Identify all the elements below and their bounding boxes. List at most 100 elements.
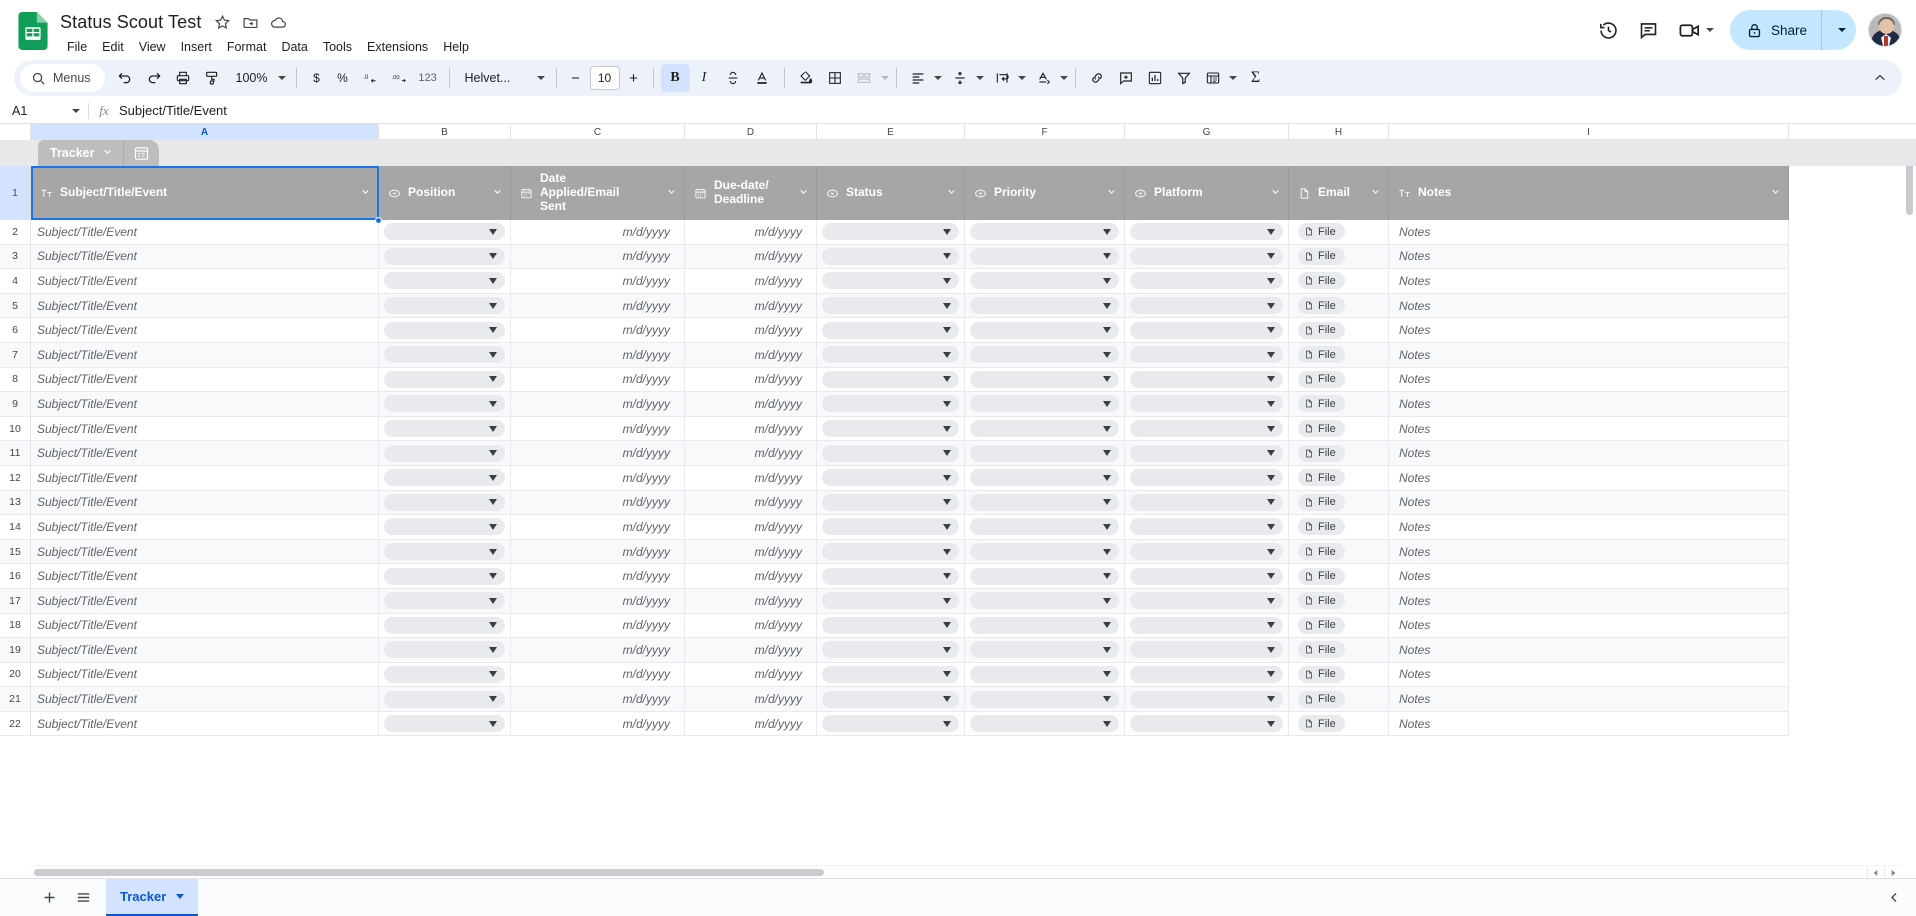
file-chip[interactable]: File bbox=[1298, 665, 1345, 683]
dropdown-pill[interactable] bbox=[384, 223, 505, 241]
row-number[interactable]: 11 bbox=[0, 441, 31, 466]
row-number[interactable]: 7 bbox=[0, 342, 31, 368]
cell-email[interactable]: File bbox=[1289, 367, 1389, 393]
cell-notes[interactable]: Notes bbox=[1389, 392, 1789, 417]
select-all-corner[interactable] bbox=[0, 124, 31, 140]
cell-subject[interactable]: Subject/Title/Event bbox=[31, 662, 379, 688]
star-icon[interactable] bbox=[209, 9, 235, 35]
cell-email[interactable]: File bbox=[1289, 441, 1389, 466]
dropdown-pill[interactable] bbox=[822, 665, 959, 683]
dropdown-pill[interactable] bbox=[384, 641, 505, 659]
cell-position[interactable] bbox=[379, 588, 511, 614]
text-rotation-icon[interactable] bbox=[1030, 64, 1059, 92]
file-chip[interactable]: File bbox=[1298, 469, 1345, 487]
cell-due-date[interactable]: m/d/yyyy bbox=[685, 539, 817, 565]
horizontal-scrollbar[interactable] bbox=[31, 865, 1903, 878]
dropdown-pill[interactable] bbox=[1130, 715, 1283, 733]
dropdown-pill[interactable] bbox=[384, 247, 505, 265]
cell-priority[interactable] bbox=[965, 465, 1125, 491]
file-chip[interactable]: File bbox=[1298, 641, 1345, 659]
cell-date-applied[interactable]: m/d/yyyy bbox=[511, 318, 685, 343]
row-number[interactable]: 16 bbox=[0, 564, 31, 589]
dropdown-pill[interactable] bbox=[822, 493, 959, 511]
cell-subject[interactable]: Subject/Title/Event bbox=[31, 318, 379, 343]
cell-platform[interactable] bbox=[1125, 392, 1289, 417]
cell-position[interactable] bbox=[379, 662, 511, 688]
dropdown-pill[interactable] bbox=[822, 223, 959, 241]
text-wrap-icon[interactable] bbox=[988, 64, 1017, 92]
table-header-date-applied[interactable]: Date Applied/Email Sent bbox=[511, 166, 685, 220]
cell-status[interactable] bbox=[817, 441, 965, 466]
cell-due-date[interactable]: m/d/yyyy bbox=[685, 662, 817, 688]
cell-email[interactable]: File bbox=[1289, 220, 1389, 245]
cell-priority[interactable] bbox=[965, 220, 1125, 245]
cell-position[interactable] bbox=[379, 318, 511, 343]
cell-email[interactable]: File bbox=[1289, 244, 1389, 270]
cell-subject[interactable]: Subject/Title/Event bbox=[31, 392, 379, 417]
cell-notes[interactable]: Notes bbox=[1389, 638, 1789, 663]
file-chip[interactable]: File bbox=[1298, 420, 1345, 438]
cell-platform[interactable] bbox=[1125, 687, 1289, 712]
dropdown-pill[interactable] bbox=[1130, 370, 1283, 388]
dropdown-pill[interactable] bbox=[970, 592, 1119, 610]
print-icon[interactable] bbox=[169, 64, 198, 92]
borders-icon[interactable] bbox=[821, 64, 850, 92]
column-header-b[interactable]: B bbox=[379, 124, 511, 140]
dropdown-pill[interactable] bbox=[970, 616, 1119, 634]
cell-email[interactable]: File bbox=[1289, 342, 1389, 368]
dropdown-pill[interactable] bbox=[970, 518, 1119, 536]
dropdown-pill[interactable] bbox=[1130, 346, 1283, 364]
cell-email[interactable]: File bbox=[1289, 392, 1389, 417]
cell-email[interactable]: File bbox=[1289, 613, 1389, 639]
cell-platform[interactable] bbox=[1125, 638, 1289, 663]
share-button[interactable]: Share bbox=[1730, 10, 1822, 50]
row-number[interactable]: 5 bbox=[0, 293, 31, 319]
file-chip[interactable]: File bbox=[1298, 321, 1345, 339]
cell-priority[interactable] bbox=[965, 662, 1125, 688]
dropdown-pill[interactable] bbox=[822, 346, 959, 364]
cell-position[interactable] bbox=[379, 613, 511, 639]
cell-platform[interactable] bbox=[1125, 711, 1289, 737]
cell-platform[interactable] bbox=[1125, 539, 1289, 565]
cell-date-applied[interactable]: m/d/yyyy bbox=[511, 662, 685, 688]
google-sheets-icon[interactable] bbox=[14, 8, 52, 50]
cell-date-applied[interactable]: m/d/yyyy bbox=[511, 539, 685, 565]
cell-date-applied[interactable]: m/d/yyyy bbox=[511, 613, 685, 639]
chevron-down-icon[interactable] bbox=[798, 184, 809, 202]
dropdown-pill[interactable] bbox=[1130, 518, 1283, 536]
dropdown-pill[interactable] bbox=[970, 272, 1119, 290]
redo-icon[interactable] bbox=[140, 64, 169, 92]
expand-panel-button[interactable] bbox=[1887, 890, 1902, 905]
dropdown-pill[interactable] bbox=[970, 370, 1119, 388]
dropdown-pill[interactable] bbox=[384, 543, 505, 561]
dropdown-pill[interactable] bbox=[384, 493, 505, 511]
dropdown-pill[interactable] bbox=[384, 420, 505, 438]
cell-priority[interactable] bbox=[965, 490, 1125, 516]
page-title[interactable]: Status Scout Test bbox=[60, 12, 207, 33]
cell-notes[interactable]: Notes bbox=[1389, 711, 1789, 737]
cell-subject[interactable]: Subject/Title/Event bbox=[31, 515, 379, 540]
chevron-down-icon[interactable] bbox=[1017, 76, 1026, 80]
cell-platform[interactable] bbox=[1125, 318, 1289, 343]
avatar[interactable] bbox=[1868, 13, 1902, 47]
cell-date-applied[interactable]: m/d/yyyy bbox=[511, 687, 685, 712]
cell-priority[interactable] bbox=[965, 342, 1125, 368]
increase-decimal-button[interactable]: .00 bbox=[385, 64, 414, 92]
cell-subject[interactable]: Subject/Title/Event bbox=[31, 342, 379, 368]
file-chip[interactable]: File bbox=[1298, 543, 1345, 561]
insert-chart-icon[interactable] bbox=[1141, 64, 1170, 92]
cell-due-date[interactable]: m/d/yyyy bbox=[685, 318, 817, 343]
cell-subject[interactable]: Subject/Title/Event bbox=[31, 613, 379, 639]
chevron-down-icon[interactable] bbox=[1106, 184, 1117, 202]
dropdown-pill[interactable] bbox=[1130, 420, 1283, 438]
functions-icon[interactable]: Σ bbox=[1243, 64, 1269, 92]
cell-platform[interactable] bbox=[1125, 564, 1289, 589]
menu-help[interactable]: Help bbox=[436, 37, 476, 57]
dropdown-pill[interactable] bbox=[970, 223, 1119, 241]
cell-date-applied[interactable]: m/d/yyyy bbox=[511, 638, 685, 663]
cell-notes[interactable]: Notes bbox=[1389, 687, 1789, 712]
cell-subject[interactable]: Subject/Title/Event bbox=[31, 687, 379, 712]
table-chip-main[interactable]: Tracker bbox=[38, 140, 124, 166]
decrease-decimal-button[interactable]: .0 bbox=[356, 64, 385, 92]
cell-status[interactable] bbox=[817, 293, 965, 319]
